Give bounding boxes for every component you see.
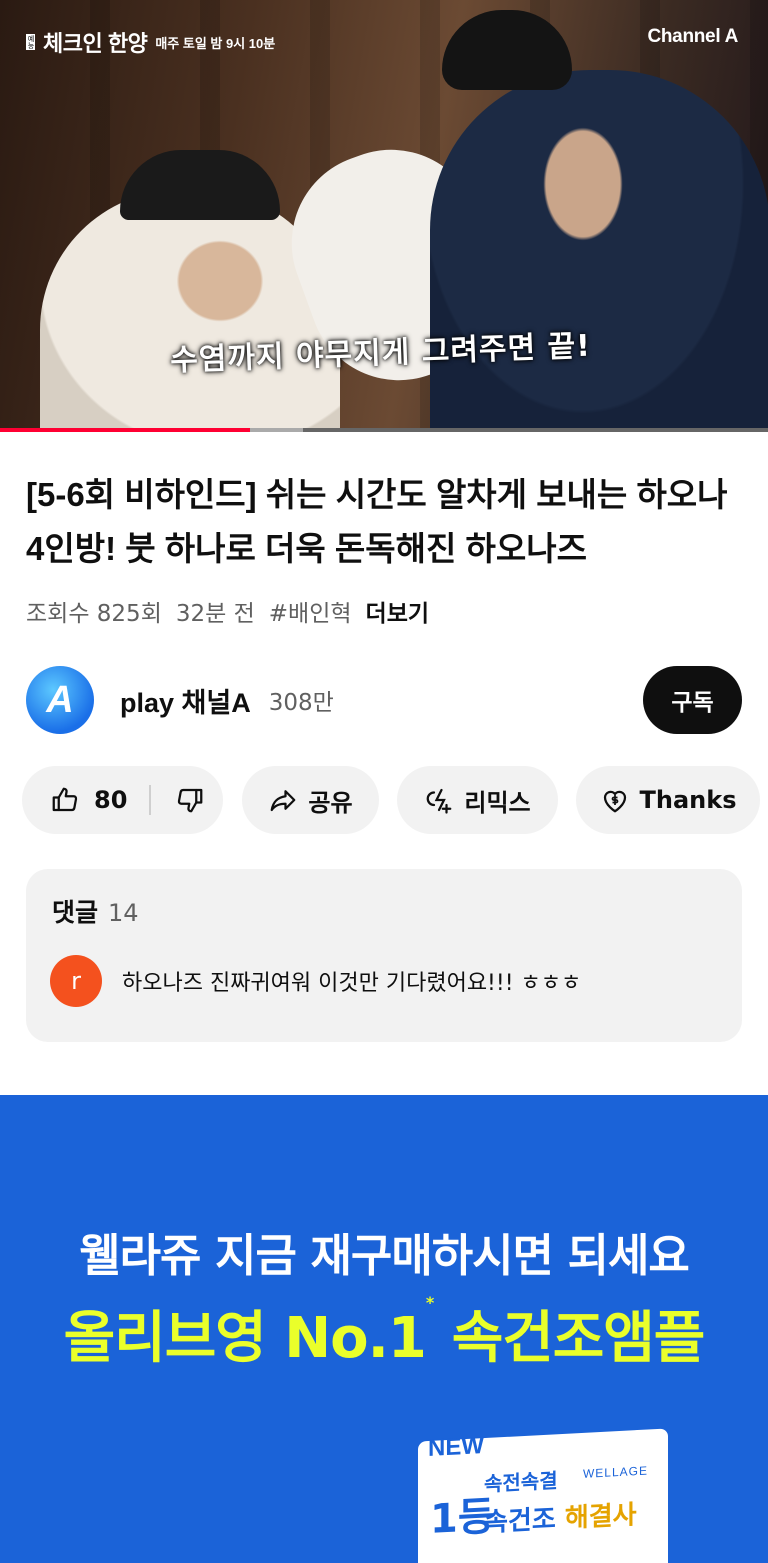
- like-button[interactable]: 80: [50, 785, 127, 815]
- remix-button[interactable]: 리믹스: [397, 766, 558, 834]
- commenter-avatar: r: [50, 955, 102, 1007]
- video-figure-right: [430, 70, 768, 432]
- like-divider: [149, 785, 152, 815]
- comments-title: 댓글: [52, 898, 99, 927]
- upload-age: 32분 전: [175, 601, 255, 627]
- ad-subheadline-highlight: No.1: [284, 1306, 427, 1371]
- video-meta[interactable]: 조회수 825회 32분 전 #배인혁 더보기: [26, 594, 429, 628]
- hashtag[interactable]: #배인혁: [269, 594, 352, 628]
- share-button[interactable]: 공유: [242, 766, 379, 834]
- comments-header: 댓글 14: [52, 893, 139, 929]
- more-button[interactable]: 더보기: [366, 594, 429, 628]
- remix-label: 리믹스: [464, 788, 531, 817]
- channel-watermark: Channel A: [647, 26, 738, 47]
- comments-count: 14: [108, 899, 139, 927]
- like-dislike-pill: 80: [22, 766, 223, 834]
- new-badge: NEW: [428, 1432, 484, 1463]
- show-title: 체크인 한양: [43, 31, 148, 56]
- thumbs-up-icon: [52, 787, 78, 812]
- ad-subheadline-suffix: 속건조앰플: [433, 1306, 706, 1371]
- show-tag: 예능: [26, 34, 35, 50]
- product-copy-2b: 해결사: [564, 1500, 637, 1534]
- ad-banner[interactable]: 웰라쥬 지금 재구매하시면 되세요 올리브영 No.1* 속건조앰플 NEW W…: [0, 1095, 768, 1563]
- heart-dollar-icon: [603, 790, 626, 813]
- subscriber-count: 308만: [268, 690, 334, 716]
- video-info-sheet: [5-6회 비하인드] 쉬는 시간도 알차게 보내는 하오나 4인방! 붓 하나…: [0, 432, 768, 1095]
- action-bar: 80 공유 리믹스 Thanks: [22, 766, 768, 834]
- top-comment-text: 하오나즈 진짜귀여워 이것만 기다렸어요!!! ㅎㅎㅎ: [122, 971, 582, 996]
- share-label: 공유: [308, 788, 353, 817]
- view-count: 조회수 825회: [26, 601, 162, 627]
- channel-row: A play 채널A 308만 구독: [26, 666, 742, 734]
- remix-icon: [427, 788, 452, 814]
- ad-subheadline-prefix: 올리브영: [63, 1306, 285, 1371]
- thumbs-down-icon: [178, 788, 203, 813]
- share-icon: [271, 790, 296, 812]
- product-copy-1: 속전속결: [484, 1468, 558, 1497]
- subscribe-button[interactable]: 구독: [643, 666, 742, 734]
- ad-subheadline: 올리브영 No.1* 속건조앰플: [0, 1293, 768, 1374]
- video-player[interactable]: 예능 체크인 한양 매주 토일 밤 9시 10분 Channel A 수염까지 …: [0, 0, 768, 432]
- show-logo: 예능 체크인 한양 매주 토일 밤 9시 10분: [26, 26, 282, 58]
- thanks-label: Thanks: [639, 786, 737, 814]
- video-title[interactable]: [5-6회 비하인드] 쉬는 시간도 알차게 보내는 하오나 4인방! 붓 하나…: [26, 468, 742, 576]
- dislike-button[interactable]: [175, 785, 205, 815]
- channel-name[interactable]: play 채널A: [120, 681, 251, 720]
- like-count: 80: [94, 786, 128, 814]
- product-copy-2a: 속건조: [484, 1503, 565, 1539]
- show-schedule: 매주 토일 밤 9시 10분: [155, 35, 276, 51]
- product-copy-2: 속건조 해결사: [484, 1494, 637, 1539]
- channel-avatar[interactable]: A: [26, 666, 94, 734]
- comments-preview[interactable]: 댓글 14 r 하오나즈 진짜귀여워 이것만 기다렸어요!!! ㅎㅎㅎ: [26, 869, 742, 1042]
- ad-headline: 웰라쥬 지금 재구매하시면 되세요: [79, 1229, 690, 1282]
- product-brand: WELLAGE: [582, 1463, 648, 1481]
- thanks-button[interactable]: Thanks: [576, 766, 760, 834]
- product-box: NEW WELLAGE 1등 속전속결 속건조 해결사: [418, 1428, 668, 1563]
